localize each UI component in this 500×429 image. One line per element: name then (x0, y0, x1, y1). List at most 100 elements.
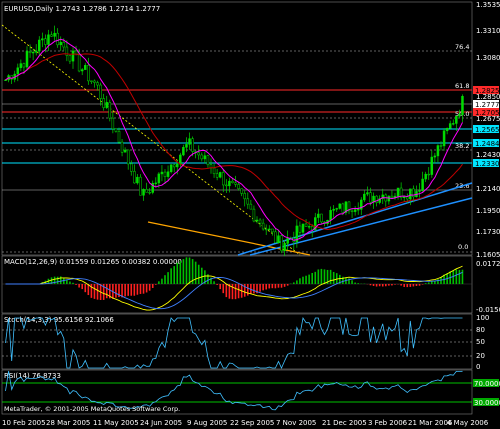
fib-label-618: 61.8 (455, 82, 469, 90)
macd-bar (323, 269, 326, 284)
candle-body (53, 32, 56, 37)
macd-bar (394, 284, 396, 285)
candle-body (317, 213, 320, 218)
macd-bar (56, 276, 59, 284)
macd-bar (299, 278, 301, 284)
candle-body (406, 196, 409, 200)
candle-body (212, 167, 216, 175)
candle-body (4, 79, 7, 81)
candle-body (430, 156, 434, 175)
date-label: 28 Mar 2005 (46, 419, 90, 427)
candle-body (234, 182, 237, 185)
candle-body (461, 96, 464, 115)
stoch-level-label: 20 (476, 352, 485, 360)
macd-bar (427, 282, 430, 284)
price-tick: 1.3080 (476, 54, 500, 62)
candle-body (356, 209, 360, 211)
candle-body (335, 208, 338, 210)
candle-body (163, 171, 167, 177)
candle-body (47, 34, 50, 45)
macd-bar (391, 284, 393, 286)
price-tick: 1.2430 (476, 151, 500, 159)
macd-bar (121, 284, 123, 298)
candle-body (179, 154, 182, 165)
macd-bar (69, 281, 71, 284)
candle-body (231, 180, 234, 184)
candle-body (139, 176, 142, 196)
candle-body (203, 155, 207, 160)
candle-body (126, 149, 130, 165)
macd-bar (173, 266, 175, 284)
candle-body (249, 203, 253, 210)
macd-bar (197, 264, 200, 284)
date-label: 7 Nov 2005 (276, 419, 316, 427)
macd-bar (412, 284, 415, 287)
candle-body (19, 63, 23, 69)
candle-body (123, 149, 127, 153)
macd-bar (437, 279, 439, 284)
macd-bar (418, 284, 421, 286)
price-tick: 1.3310 (476, 27, 500, 35)
macd-bar (262, 284, 264, 291)
macd-bar (357, 283, 359, 284)
candle-body (160, 171, 164, 175)
candle-body (77, 53, 81, 72)
candle-body (34, 50, 38, 53)
stoch-level-label: 0 (476, 363, 480, 371)
candle-body (142, 189, 145, 196)
macd-bar (286, 284, 289, 286)
macd-bar (188, 257, 191, 284)
macd-bar (302, 276, 304, 284)
macd-bar (259, 284, 261, 292)
badge-text: 1.2777 (475, 101, 500, 109)
macd-bar (458, 269, 461, 284)
candle-body (452, 123, 455, 125)
macd-bar (139, 284, 142, 294)
candle-body (353, 209, 357, 212)
macd-bar (280, 284, 283, 288)
date-label: 10 Feb 2005 (2, 419, 46, 427)
candle-body (390, 195, 394, 198)
candle-body (329, 210, 332, 221)
macd-bar (145, 284, 148, 293)
candle-body (215, 173, 219, 178)
macd-bar (452, 270, 455, 284)
macd-bar (403, 284, 405, 287)
candle-body (41, 38, 44, 41)
macd-top-value: 0.01724 (476, 260, 500, 268)
macd-bar (115, 284, 117, 298)
chart-background (0, 0, 500, 429)
candle-body (182, 147, 185, 156)
candle-body (271, 228, 274, 233)
macd-bar (185, 257, 188, 284)
candle-body (280, 235, 283, 252)
macd-bar (93, 284, 96, 299)
macd-bar (296, 280, 298, 284)
candle-body (298, 225, 302, 233)
fib-label-0: 0.0 (458, 243, 468, 251)
candle-body (166, 171, 170, 177)
macd-bar (148, 284, 151, 291)
chart-window[interactable]: EURUSD,Daily 1.2743 1.2786 1.2714 1.2777… (0, 0, 500, 429)
candle-body (206, 155, 210, 166)
macd-bar (277, 284, 280, 288)
candle-body (240, 188, 243, 194)
candle-body (268, 228, 271, 231)
macd-bar (161, 278, 163, 284)
macd-bar (231, 284, 234, 300)
candle-body (274, 231, 277, 244)
macd-bar (164, 275, 166, 284)
candle-body (421, 178, 424, 191)
macd-bar (201, 267, 203, 284)
candle-body (243, 193, 246, 200)
macd-bar (381, 284, 384, 287)
stoch-level-label: 100 (476, 314, 489, 322)
rsi-level-label: 70.0000 (474, 380, 500, 388)
candle-body (418, 190, 421, 192)
date-label: 4 May 2006 (447, 419, 489, 427)
candle-body (409, 188, 412, 200)
macd-bar (415, 284, 418, 286)
macd-bar (424, 283, 427, 284)
candle-body (185, 144, 188, 148)
candle-body (111, 117, 115, 130)
